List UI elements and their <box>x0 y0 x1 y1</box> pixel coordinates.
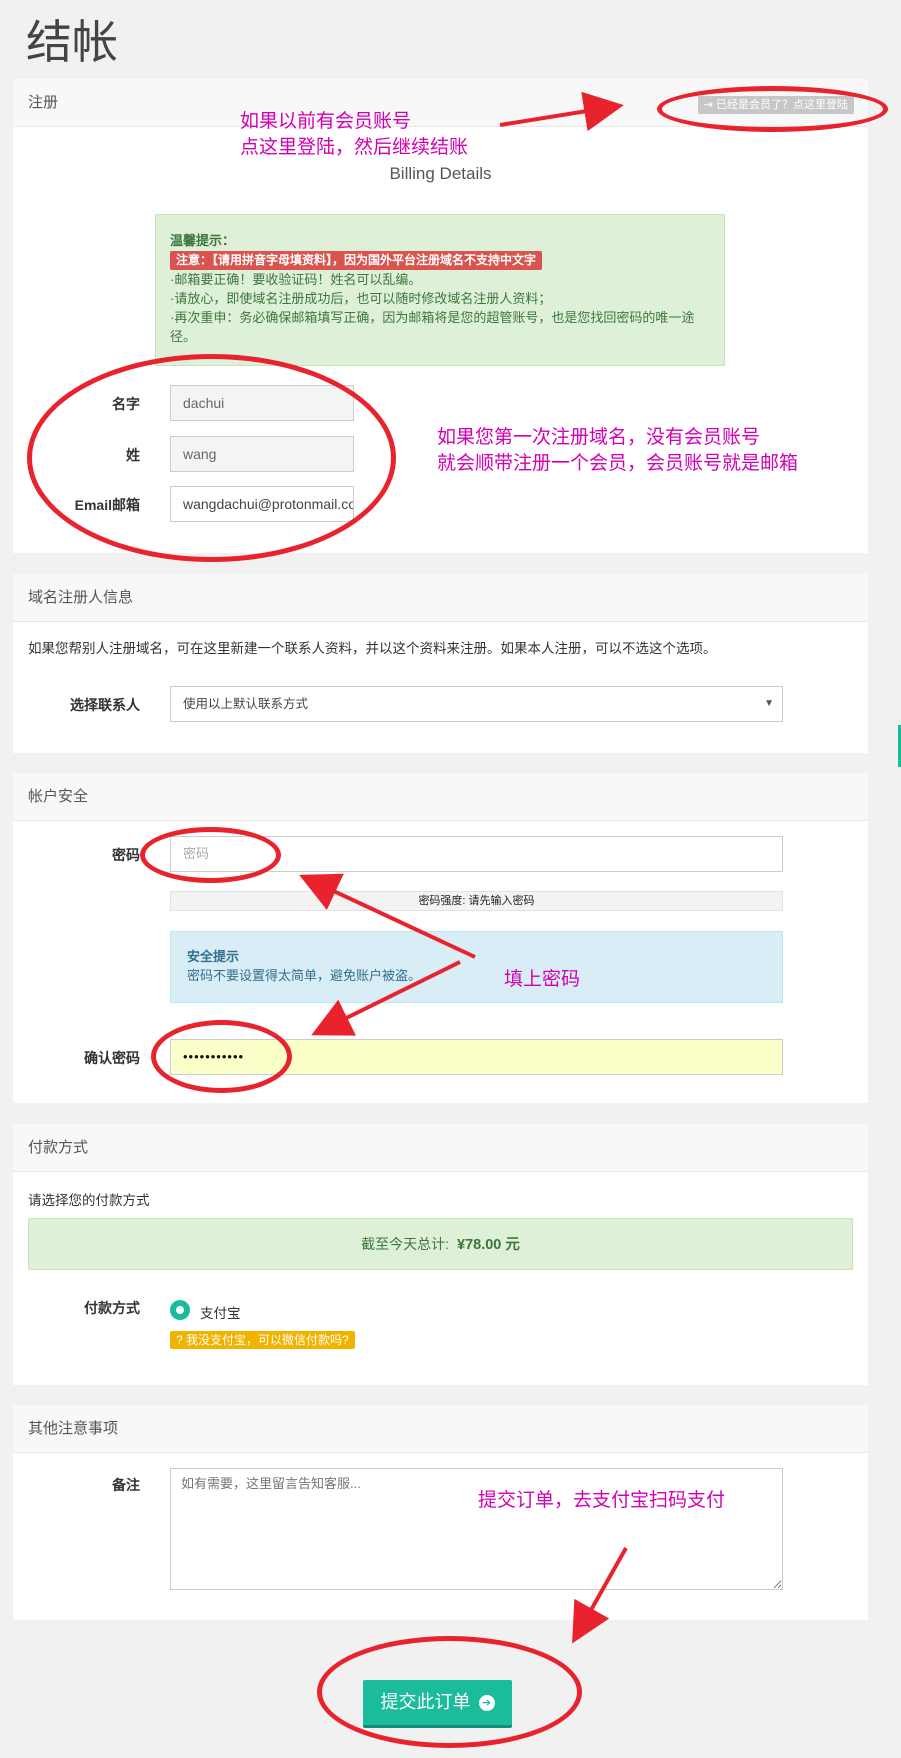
no-alipay-link[interactable]: ? 我没支付宝，可以微信付款吗? <box>170 1331 355 1349</box>
tips-title: 温馨提示： <box>170 233 236 248</box>
registrant-heading: 域名注册人信息 <box>13 574 868 622</box>
registration-heading-text: 注册 <box>28 94 59 111</box>
confirm-password-input[interactable]: ••••••••••• <box>170 1039 783 1075</box>
caret-down-icon: ▼ <box>764 698 774 709</box>
security-heading: 帐户安全 <box>13 773 868 821</box>
registration-heading: 注册 ⇥ 已经是会员了？点这里登陆 <box>13 79 868 127</box>
annotation-register-line-1: 如果您第一次注册域名，没有会员账号 <box>437 426 761 448</box>
annotation-password: 填上密码 <box>504 968 581 990</box>
question-icon: ? <box>176 1333 183 1347</box>
submit-order-label: 提交此订单 <box>380 1692 471 1713</box>
password-placeholder: 密码 <box>183 846 210 861</box>
first-name-input[interactable]: dachui <box>170 385 354 421</box>
annotation-login-line-1: 如果以前有会员账号 <box>240 110 412 132</box>
sign-in-icon: ⇥ <box>703 99 713 111</box>
tips-line-2: ·请放心，即使域名注册成功后，也可以随时修改域名注册人资料； <box>170 291 552 306</box>
submit-order-button[interactable]: 提交此订单 ➔ <box>363 1680 512 1728</box>
confirm-password-label: 确认密码 <box>84 1050 140 1066</box>
arrow-right-circle-icon: ➔ <box>478 1695 495 1711</box>
security-tip: 安全提示 密码不要设置得太简单，避免账户被盗。 <box>170 931 783 1003</box>
last-name-label: 姓 <box>126 447 140 463</box>
contact-select[interactable]: 使用以上默认联系方式 ▼ <box>170 686 783 722</box>
email-label: Email邮箱 <box>74 497 140 513</box>
notes-textarea[interactable] <box>170 1468 783 1590</box>
tips-alert: 温馨提示： 注意：【请用拼音字母填资料】，因为国外平台注册域名不支持中文字 ·邮… <box>155 214 725 366</box>
security-tip-text: 密码不要设置得太简单，避免账户被盗。 <box>187 968 422 983</box>
order-total-label: 截至今天总计: <box>361 1236 449 1252</box>
annotation-register-line-2: 就会顺带注册一个会员，会员账号就是邮箱 <box>437 452 799 474</box>
alipay-radio[interactable] <box>170 1300 190 1320</box>
email-input[interactable]: wangdachui@protonmail.com <box>170 486 354 522</box>
payment-heading: 付款方式 <box>13 1124 868 1172</box>
contact-label: 选择联系人 <box>70 697 140 713</box>
notes-heading: 其他注意事项 <box>13 1405 868 1453</box>
security-tip-title: 安全提示 <box>187 949 240 964</box>
password-strength-meter: 密码强度: 请先输入密码 <box>170 891 783 911</box>
alipay-option-label[interactable]: 支付宝 <box>200 1302 241 1322</box>
order-total: 截至今天总计: ¥78.00 元 <box>28 1218 853 1270</box>
annotation-login-line-2: 点这里登陆，然后继续结账 <box>240 136 469 158</box>
first-name-label: 名字 <box>112 396 140 412</box>
payment-method-label: 付款方式 <box>84 1300 140 1316</box>
notes-label: 备注 <box>112 1477 140 1493</box>
contact-select-value: 使用以上默认联系方式 <box>183 697 309 711</box>
no-alipay-link-text: 我没支付宝，可以微信付款吗? <box>186 1333 349 1347</box>
notes-panel: 其他注意事项 备注 <box>13 1405 868 1620</box>
tips-warning: 注意：【请用拼音字母填资料】，因为国外平台注册域名不支持中文字 <box>170 251 543 270</box>
annotation-submit: 提交订单，去支付宝扫码支付 <box>478 1489 726 1511</box>
tips-line-1: ·邮箱要正确！要收验证码！姓名可以乱编。 <box>170 272 422 287</box>
payment-panel: 付款方式 请选择您的付款方式 截至今天总计: ¥78.00 元 付款方式 支付宝 … <box>13 1124 868 1385</box>
password-input[interactable]: 密码 <box>170 836 783 872</box>
tips-line-3: ·再次重申：务必确保邮箱填写正确，因为邮箱将是您的超管账号，也是您找回密码的唯一… <box>170 310 695 344</box>
password-label: 密码 <box>112 847 140 863</box>
registrant-description: 如果您帮别人注册域名，可在这里新建一个联系人资料，并以这个资料来注册。如果本人注… <box>28 641 717 656</box>
security-panel: 帐户安全 密码 密码 密码强度: 请先输入密码 安全提示 密码不要设置得太简单，… <box>13 773 868 1103</box>
last-name-input[interactable]: wang <box>170 436 354 472</box>
login-link-text: 已经是会员了？点这里登陆 <box>716 99 848 111</box>
billing-title: Billing Details <box>389 164 492 183</box>
order-total-value: ¥78.00 元 <box>457 1237 520 1253</box>
registrant-panel: 域名注册人信息 如果您帮别人注册域名，可在这里新建一个联系人资料，并以这个资料来… <box>13 574 868 753</box>
login-link[interactable]: ⇥ 已经是会员了？点这里登陆 <box>697 96 854 114</box>
page-title: 结帐 <box>26 15 118 69</box>
payment-prompt: 请选择您的付款方式 <box>28 1193 150 1208</box>
